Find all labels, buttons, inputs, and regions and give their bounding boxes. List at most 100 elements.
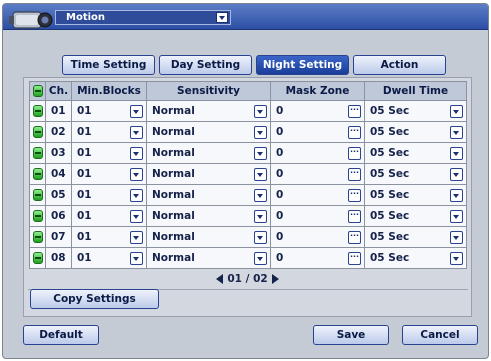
chevron-down-icon[interactable] — [254, 209, 267, 223]
channel-number: 08 — [51, 251, 66, 264]
row-toggle[interactable] — [29, 247, 46, 269]
chevron-down-icon[interactable] — [254, 230, 267, 244]
chevron-down-icon[interactable] — [254, 104, 267, 118]
sensitivity-select[interactable]: Normal — [147, 102, 270, 121]
min-blocks-select[interactable]: 01 — [72, 102, 146, 121]
row-toggle[interactable] — [29, 184, 46, 206]
chevron-down-icon[interactable] — [130, 104, 143, 118]
more-icon[interactable]: ··· — [348, 251, 361, 265]
dwell-time-select[interactable]: 05 Sec — [365, 144, 466, 163]
prev-icon[interactable] — [216, 274, 224, 284]
menu-selector[interactable]: Motion — [55, 10, 231, 25]
sensitivity-select[interactable]: Normal — [147, 186, 270, 205]
chevron-down-icon[interactable] — [130, 146, 143, 160]
chevron-down-icon[interactable] — [450, 146, 463, 160]
row-toggle[interactable] — [29, 226, 46, 248]
row-toggle[interactable] — [29, 121, 46, 143]
min-blocks-select[interactable]: 01 — [72, 228, 146, 247]
row-toggle[interactable] — [29, 100, 46, 122]
sensitivity-select[interactable]: Normal — [147, 144, 270, 163]
mask-zone-field[interactable]: 0 ··· — [271, 249, 364, 268]
min-blocks-select[interactable]: 01 — [72, 249, 146, 268]
row-toggle[interactable] — [29, 205, 46, 227]
more-icon[interactable]: ··· — [348, 104, 361, 118]
dwell-time-select[interactable]: 05 Sec — [365, 249, 466, 268]
mask-zone-field[interactable]: 0 ··· — [271, 165, 364, 184]
check-icon[interactable] — [32, 105, 43, 117]
chevron-down-icon[interactable] — [216, 12, 228, 23]
more-icon[interactable]: ··· — [348, 146, 361, 160]
sensitivity-select[interactable]: Normal — [147, 123, 270, 142]
chevron-down-icon[interactable] — [450, 230, 463, 244]
chevron-down-icon[interactable] — [450, 125, 463, 139]
min-blocks-select[interactable]: 01 — [72, 165, 146, 184]
check-icon[interactable] — [32, 85, 43, 97]
dwell-time-value: 05 Sec — [370, 146, 410, 159]
save-button[interactable]: Save — [313, 325, 389, 345]
check-icon[interactable] — [32, 147, 43, 159]
chevron-down-icon[interactable] — [130, 188, 143, 202]
chevron-down-icon[interactable] — [450, 104, 463, 118]
chevron-down-icon[interactable] — [130, 125, 143, 139]
check-icon[interactable] — [32, 210, 43, 222]
chevron-down-icon[interactable] — [130, 251, 143, 265]
sensitivity-select[interactable]: Normal — [147, 249, 270, 268]
tab-day-setting[interactable]: Day Setting — [159, 55, 252, 75]
select-all-toggle[interactable] — [29, 81, 46, 101]
check-icon[interactable] — [32, 231, 43, 243]
row-toggle[interactable] — [29, 163, 46, 185]
chevron-down-icon[interactable] — [450, 251, 463, 265]
min-blocks-select[interactable]: 01 — [72, 207, 146, 226]
more-icon[interactable]: ··· — [348, 188, 361, 202]
motion-table: Ch. Min.Blocks Sensitivity Mask Zone Dwe… — [29, 81, 467, 269]
more-icon[interactable]: ··· — [348, 230, 361, 244]
chevron-down-icon[interactable] — [254, 251, 267, 265]
sensitivity-value: Normal — [152, 167, 195, 180]
chevron-down-icon[interactable] — [450, 188, 463, 202]
chevron-down-icon[interactable] — [254, 188, 267, 202]
min-blocks-select[interactable]: 01 — [72, 144, 146, 163]
check-icon[interactable] — [32, 189, 43, 201]
chevron-down-icon[interactable] — [130, 230, 143, 244]
check-icon[interactable] — [32, 252, 43, 264]
mask-zone-field[interactable]: 0 ··· — [271, 228, 364, 247]
dwell-time-select[interactable]: 05 Sec — [365, 228, 466, 247]
check-icon[interactable] — [32, 126, 43, 138]
row-toggle[interactable] — [29, 142, 46, 164]
chevron-down-icon[interactable] — [130, 209, 143, 223]
default-button[interactable]: Default — [23, 325, 99, 345]
tab-night-setting[interactable]: Night Setting — [256, 55, 349, 75]
mask-zone-field[interactable]: 0 ··· — [271, 123, 364, 142]
sensitivity-select[interactable]: Normal — [147, 165, 270, 184]
dwell-time-select[interactable]: 05 Sec — [365, 165, 466, 184]
more-icon[interactable]: ··· — [348, 167, 361, 181]
more-icon[interactable]: ··· — [348, 209, 361, 223]
mask-zone-field[interactable]: 0 ··· — [271, 207, 364, 226]
chevron-down-icon[interactable] — [254, 125, 267, 139]
dwell-time-select[interactable]: 05 Sec — [365, 123, 466, 142]
chevron-down-icon[interactable] — [450, 167, 463, 181]
cancel-button[interactable]: Cancel — [402, 325, 478, 345]
chevron-down-icon[interactable] — [254, 167, 267, 181]
tab-action[interactable]: Action — [353, 55, 446, 75]
dwell-time-select[interactable]: 05 Sec — [365, 207, 466, 226]
mask-zone-field[interactable]: 0 ··· — [271, 186, 364, 205]
dwell-time-select[interactable]: 05 Sec — [365, 102, 466, 121]
dwell-time-select[interactable]: 05 Sec — [365, 186, 466, 205]
min-blocks-select[interactable]: 01 — [72, 123, 146, 142]
tab-time-setting[interactable]: Time Setting — [62, 55, 155, 75]
chevron-down-icon[interactable] — [450, 209, 463, 223]
more-icon[interactable]: ··· — [348, 125, 361, 139]
check-icon[interactable] — [32, 168, 43, 180]
copy-settings-button[interactable]: Copy Settings — [30, 289, 159, 309]
mask-zone-field[interactable]: 0 ··· — [271, 102, 364, 121]
chevron-down-icon[interactable] — [254, 146, 267, 160]
sensitivity-select[interactable]: Normal — [147, 228, 270, 247]
sensitivity-select[interactable]: Normal — [147, 207, 270, 226]
title-bar: Motion — [3, 4, 488, 30]
min-blocks-select[interactable]: 01 — [72, 186, 146, 205]
mask-zone-field[interactable]: 0 ··· — [271, 144, 364, 163]
next-icon[interactable] — [271, 274, 279, 284]
channel-number: 04 — [51, 167, 66, 180]
chevron-down-icon[interactable] — [130, 167, 143, 181]
